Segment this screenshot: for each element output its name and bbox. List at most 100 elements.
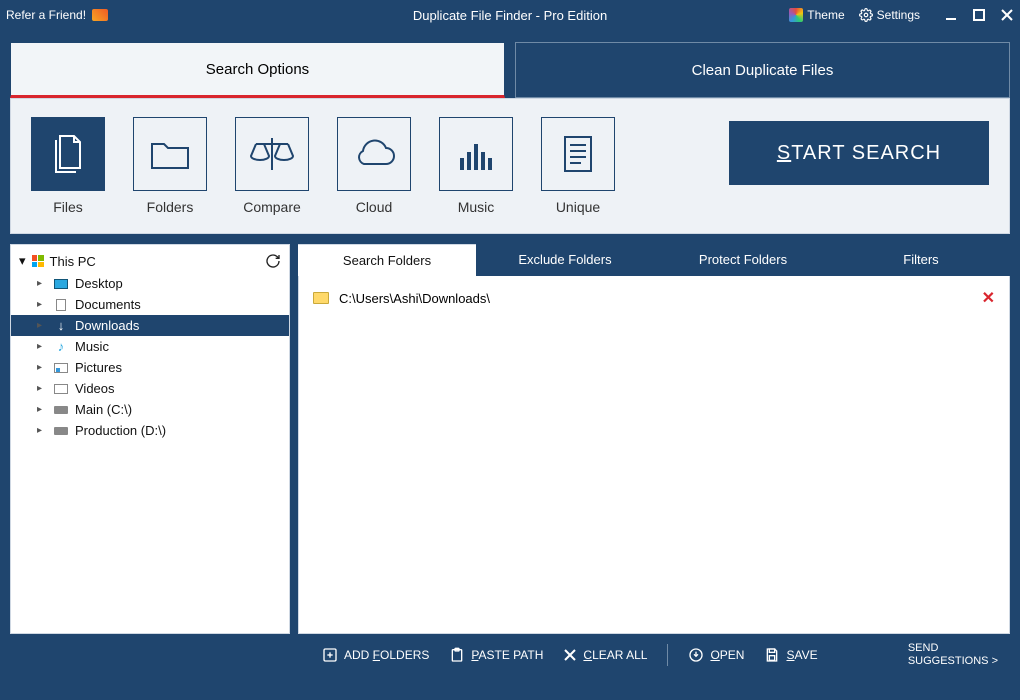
refresh-button[interactable] (265, 253, 281, 269)
pictures-icon (53, 361, 69, 375)
paste-path-button[interactable]: PASTE PATH (449, 647, 543, 663)
subtab-search-folders[interactable]: Search Folders (298, 244, 476, 276)
tree-node-label: Downloads (75, 318, 139, 333)
desktop-icon (53, 277, 69, 291)
category-unique[interactable]: Unique (541, 117, 615, 215)
folder-tree[interactable]: ▾ This PC ▸Desktop ▸Documents ▸↓Download… (10, 244, 290, 634)
chevron-right-icon: ▸ (37, 383, 47, 394)
compare-icon (248, 134, 296, 174)
videos-icon (53, 382, 69, 396)
paste-path-label: PASTE PATH (471, 648, 543, 662)
remove-folder-button[interactable]: ✕ (982, 288, 995, 308)
tree-root-label: This PC (50, 254, 96, 269)
send-suggestions-link[interactable]: SEND SUGGESTIONS > (908, 642, 998, 668)
chevron-right-icon: ▸ (37, 341, 47, 352)
start-search-button[interactable]: START SEARCH (729, 121, 989, 185)
start-search-label: START SEARCH (777, 142, 941, 165)
main-area: ▾ This PC ▸Desktop ▸Documents ▸↓Download… (10, 244, 1010, 634)
downloads-icon: ↓ (53, 319, 69, 333)
folder-row[interactable]: C:\Users\Ashi\Downloads\ ✕ (313, 288, 995, 308)
tree-node-label: Main (C:\) (75, 402, 132, 417)
chevron-right-icon: ▸ (37, 278, 47, 289)
right-pane: Search Folders Exclude Folders Protect F… (298, 244, 1010, 634)
clear-all-label: CLEAR ALL (583, 648, 647, 662)
close-button[interactable] (1000, 8, 1014, 22)
refer-friend-label: Refer a Friend! (6, 8, 86, 22)
tree-node-downloads[interactable]: ▸ ↓ Downloads (11, 315, 289, 336)
category-strip: Files Folders Compare Cloud Music Unique… (10, 98, 1010, 234)
category-compare-label: Compare (243, 199, 301, 215)
bottom-bar: ADD FOLDERS PASTE PATH CLEAR ALL OPEN SA… (10, 634, 1010, 676)
folder-path: C:\Users\Ashi\Downloads\ (339, 291, 490, 306)
refer-friend-icon (92, 9, 108, 21)
save-label: SAVE (786, 648, 817, 662)
tree-node-music[interactable]: ▸♪Music (11, 336, 289, 357)
tree-node-label: Desktop (75, 276, 123, 291)
settings-button[interactable]: Settings (859, 8, 920, 22)
category-cloud-label: Cloud (356, 199, 393, 215)
tree-node-desktop[interactable]: ▸ Desktop (11, 273, 289, 294)
chevron-right-icon: ▸ (37, 362, 47, 373)
files-icon (48, 132, 88, 176)
subtab-protect-folders[interactable]: Protect Folders (654, 244, 832, 276)
category-cloud[interactable]: Cloud (337, 117, 411, 215)
open-button[interactable]: OPEN (688, 647, 744, 663)
add-folders-button[interactable]: ADD FOLDERS (322, 647, 429, 663)
chevron-right-icon: ▸ (37, 425, 47, 436)
tree-node-drive-c[interactable]: ▸ Main (C:\) (11, 399, 289, 420)
documents-icon (53, 298, 69, 312)
clear-all-button[interactable]: CLEAR ALL (563, 648, 647, 662)
settings-label: Settings (877, 8, 920, 22)
this-pc-icon (32, 255, 44, 267)
cloud-icon (350, 138, 398, 170)
theme-label: Theme (807, 8, 844, 22)
chevron-right-icon: ▸ (37, 404, 47, 415)
save-button[interactable]: SAVE (764, 647, 817, 663)
subtab-exclude-folders[interactable]: Exclude Folders (476, 244, 654, 276)
tree-node-documents[interactable]: ▸Documents (11, 294, 289, 315)
tab-search-options[interactable]: Search Options (10, 42, 505, 98)
title-bar: Refer a Friend! Duplicate File Finder - … (0, 0, 1020, 30)
tree-node-label: Pictures (75, 360, 122, 375)
category-folders-label: Folders (147, 199, 194, 215)
minimize-button[interactable] (944, 8, 958, 22)
tree-node-videos[interactable]: ▸ Videos (11, 378, 289, 399)
category-music[interactable]: Music (439, 117, 513, 215)
category-compare[interactable]: Compare (235, 117, 309, 215)
folders-icon (148, 136, 192, 172)
tree-node-label: Videos (75, 381, 115, 396)
tree-node-pictures[interactable]: ▸ Pictures (11, 357, 289, 378)
drive-icon (53, 424, 69, 438)
theme-icon (789, 8, 803, 22)
category-files[interactable]: Files (31, 117, 105, 215)
open-label: OPEN (710, 648, 744, 662)
tab-search-options-label: Search Options (206, 61, 309, 78)
tree-root[interactable]: ▾ This PC (11, 249, 289, 273)
tab-clean-duplicates-label: Clean Duplicate Files (692, 62, 834, 79)
tree-node-label: Production (D:\) (75, 423, 166, 438)
tree-node-label: Documents (75, 297, 141, 312)
subtab-filters[interactable]: Filters (832, 244, 1010, 276)
top-tabs: Search Options Clean Duplicate Files (0, 30, 1020, 98)
folder-icon (313, 292, 329, 304)
category-files-label: Files (53, 199, 83, 215)
theme-button[interactable]: Theme (789, 8, 844, 22)
music-icon (456, 134, 496, 174)
maximize-button[interactable] (972, 8, 986, 22)
drive-icon (53, 403, 69, 417)
gear-icon (859, 8, 873, 22)
unique-icon (561, 133, 595, 175)
app-title: Duplicate File Finder - Pro Edition (413, 8, 607, 23)
chevron-right-icon: ▸ (37, 320, 47, 331)
tab-clean-duplicates[interactable]: Clean Duplicate Files (515, 42, 1010, 98)
category-music-label: Music (458, 199, 495, 215)
add-folders-label: ADD FOLDERS (344, 648, 429, 662)
refer-friend-link[interactable]: Refer a Friend! (6, 8, 108, 22)
subtabs: Search Folders Exclude Folders Protect F… (298, 244, 1010, 276)
music-folder-icon: ♪ (53, 340, 69, 354)
category-unique-label: Unique (556, 199, 600, 215)
send-suggestions-label: SEND SUGGESTIONS > (908, 642, 998, 667)
tree-node-drive-d[interactable]: ▸ Production (D:\) (11, 420, 289, 441)
category-folders[interactable]: Folders (133, 117, 207, 215)
search-folders-list: C:\Users\Ashi\Downloads\ ✕ (298, 276, 1010, 634)
